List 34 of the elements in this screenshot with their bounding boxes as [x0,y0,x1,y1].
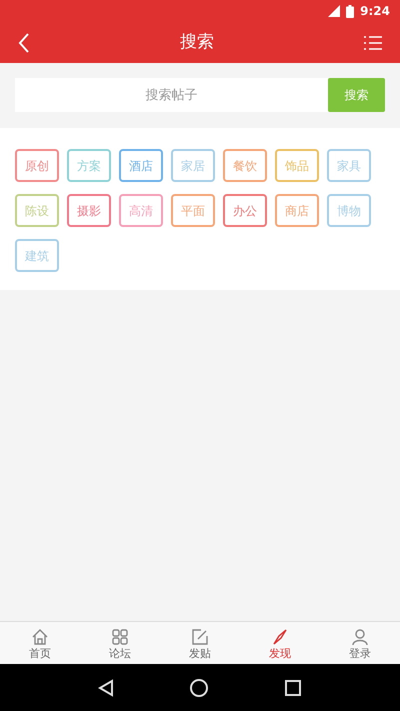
tab-bar-item[interactable]: 首页 [0,622,80,664]
battery-icon [346,4,354,18]
grid-icon [110,626,130,646]
tag-chip[interactable]: 饰品 [275,149,319,182]
menu-icon[interactable] [364,34,382,50]
tag-chip[interactable]: 陈设 [15,194,59,227]
tag-chip[interactable]: 建筑 [15,239,59,272]
tab-bar-item[interactable]: 发贴 [160,622,240,664]
tag-chip[interactable]: 高清 [119,194,163,227]
tag-chip[interactable]: 办公 [223,194,267,227]
tag-chip[interactable]: 商店 [275,194,319,227]
search-field[interactable]: 搜索帖子 [15,78,328,112]
tag-chip[interactable]: 摄影 [67,194,111,227]
recents-icon[interactable] [284,678,302,696]
tag-chip[interactable]: 家具 [327,149,371,182]
user-icon [350,626,370,646]
tag-chip[interactable]: 方案 [67,149,111,182]
signal-icon [326,5,340,17]
tag-chip[interactable]: 酒店 [119,149,163,182]
tag-chip[interactable]: 餐饮 [223,149,267,182]
tag-chip[interactable]: 家居 [171,149,215,182]
tab-bar-item[interactable]: 登录 [320,622,400,664]
search-button[interactable]: 搜索 [328,78,385,112]
tag-chip[interactable]: 博物 [327,194,371,227]
tag-chip[interactable]: 原创 [15,149,59,182]
tag-chip[interactable]: 平面 [171,194,215,227]
tab-bar-item[interactable]: 论坛 [80,622,160,664]
back-icon[interactable] [98,678,114,696]
page-title: 搜索 [180,30,214,54]
home-icon[interactable] [188,678,209,698]
home-icon [30,626,50,646]
status-time: 9:24 [360,3,390,20]
edit-icon [190,626,210,646]
tab-bar-item[interactable]: 发现 [240,622,320,664]
